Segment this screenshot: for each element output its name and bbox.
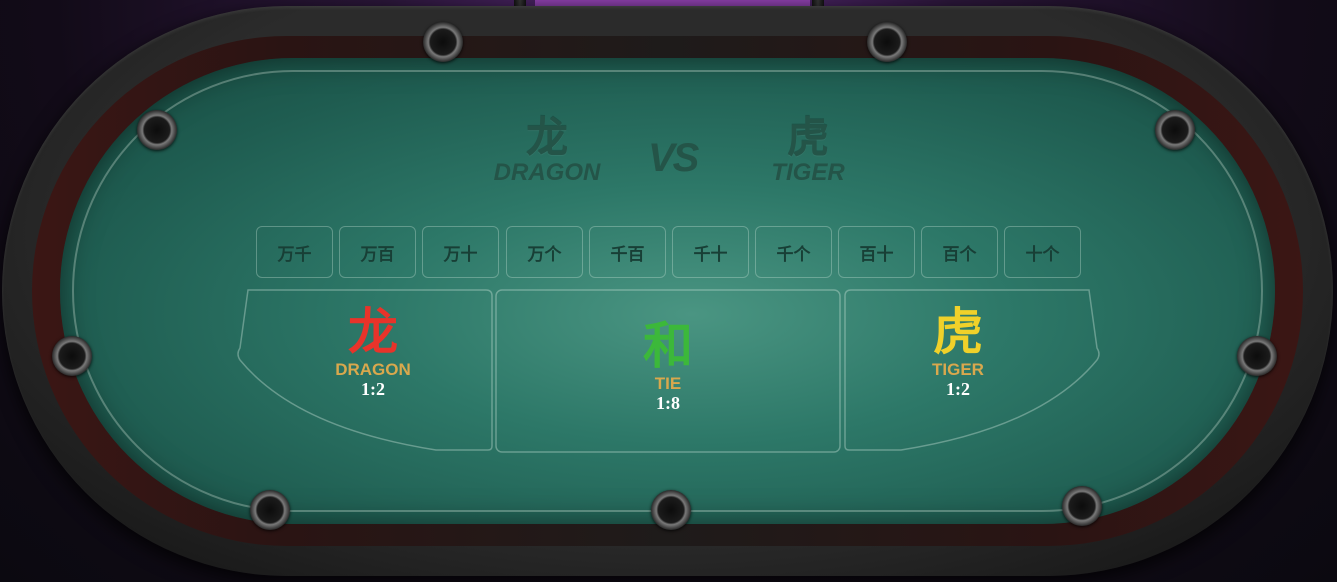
dragon-zone-en: DRAGON [335,360,411,379]
cup-holder-icon [1237,336,1277,376]
tie-zone-odds: 1:8 [656,393,680,413]
tiger-zone-odds: 1:2 [946,379,970,399]
cup-holder-icon [867,22,907,62]
bet-digit-box[interactable]: 百十 [838,226,915,278]
cup-holder-icon [423,22,463,62]
cup-holder-icon [52,336,92,376]
bet-zone-tiger[interactable]: 虎 TIGER 1:2 [843,288,1101,452]
cup-holder-icon [651,490,691,530]
cup-holder-icon [250,490,290,530]
tie-zone-en: TIE [654,374,682,393]
tie-zone-label: 和 TIE 1:8 [494,318,842,413]
cup-holder-icon [137,110,177,150]
cup-holder-icon [1155,110,1195,150]
tiger-zone-label: 虎 TIGER 1:2 [843,304,1073,399]
tiger-title: 虎 TIGER [760,116,856,186]
dragon-zone-cn: 龙 [348,303,398,361]
dragon-title-cn: 龙 [525,113,568,162]
tiger-zone-cn: 虎 [933,303,983,361]
bet-digit-box[interactable]: 百个 [921,226,998,278]
dragon-title: 龙 DRAGON [480,116,614,186]
bet-digit-box[interactable]: 千十 [672,226,749,278]
tiger-title-cn: 虎 [786,113,829,162]
bet-digit-box[interactable]: 千个 [755,226,832,278]
vs-label: VS [648,136,699,180]
bet-digit-box[interactable]: 万十 [422,226,499,278]
tiger-title-en: TIGER [771,159,845,186]
bet-zone-tie[interactable]: 和 TIE 1:8 [494,288,842,454]
bet-digit-box[interactable]: 万个 [506,226,583,278]
dragon-zone-label: 龙 DRAGON 1:2 [258,304,488,399]
bet-zone-dragon[interactable]: 龙 DRAGON 1:2 [236,288,494,452]
bet-digit-box[interactable]: 万百 [339,226,416,278]
tie-zone-cn: 和 [643,317,693,375]
bet-digit-box[interactable]: 十个 [1004,226,1081,278]
game-scene: 龙 DRAGON VS 虎 TIGER 万千 万百 万十 万个 千百 千十 千个… [0,0,1337,582]
dragon-title-en: DRAGON [493,159,601,186]
bet-digit-box[interactable]: 万千 [256,226,333,278]
tiger-zone-en: TIGER [932,360,984,379]
dragon-zone-odds: 1:2 [361,379,385,399]
cup-holder-icon [1062,486,1102,526]
bet-digit-box[interactable]: 千百 [589,226,666,278]
